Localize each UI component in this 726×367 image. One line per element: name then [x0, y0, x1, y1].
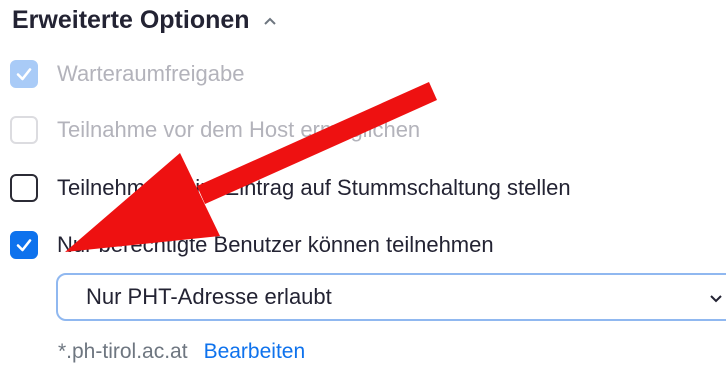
- option-mute-on-entry[interactable]: Teilnehmer beim Eintrag auf Stummschaltu…: [10, 171, 571, 205]
- checkbox-join-before-host[interactable]: [10, 116, 38, 144]
- chevron-down-icon: [710, 295, 722, 303]
- checkmark-icon: [16, 239, 32, 252]
- advanced-options-header[interactable]: Erweiterte Optionen: [12, 6, 278, 35]
- checkbox-mute-on-entry[interactable]: [10, 174, 38, 202]
- option-label: Teilnehmer beim Eintrag auf Stummschaltu…: [57, 175, 571, 200]
- checkbox-authenticated-users[interactable]: [10, 231, 38, 259]
- option-waiting-room[interactable]: Warteraumfreigabe: [10, 57, 244, 91]
- option-join-before-host[interactable]: Teilnahme vor dem Host ermöglichen: [10, 113, 420, 147]
- edit-link[interactable]: Bearbeiten: [204, 340, 306, 364]
- option-label: Nur berechtigte Benutzer können teilnehm…: [57, 232, 494, 257]
- option-label: Teilnahme vor dem Host ermöglichen: [57, 117, 421, 142]
- chevron-up-icon[interactable]: [262, 13, 278, 29]
- section-title: Erweiterte Optionen: [12, 6, 250, 34]
- checkbox-waiting-room[interactable]: [10, 60, 38, 88]
- option-label: Warteraumfreigabe: [57, 61, 245, 86]
- allowed-domain: *.ph-tirol.ac.at: [58, 340, 188, 363]
- domain-row: *.ph-tirol.ac.at Bearbeiten: [58, 340, 305, 364]
- auth-option-select[interactable]: Nur PHT-Adresse erlaubt: [56, 273, 726, 321]
- checkmark-icon: [16, 68, 32, 81]
- option-authenticated-users[interactable]: Nur berechtigte Benutzer können teilnehm…: [10, 228, 494, 262]
- select-value: Nur PHT-Adresse erlaubt: [86, 284, 332, 309]
